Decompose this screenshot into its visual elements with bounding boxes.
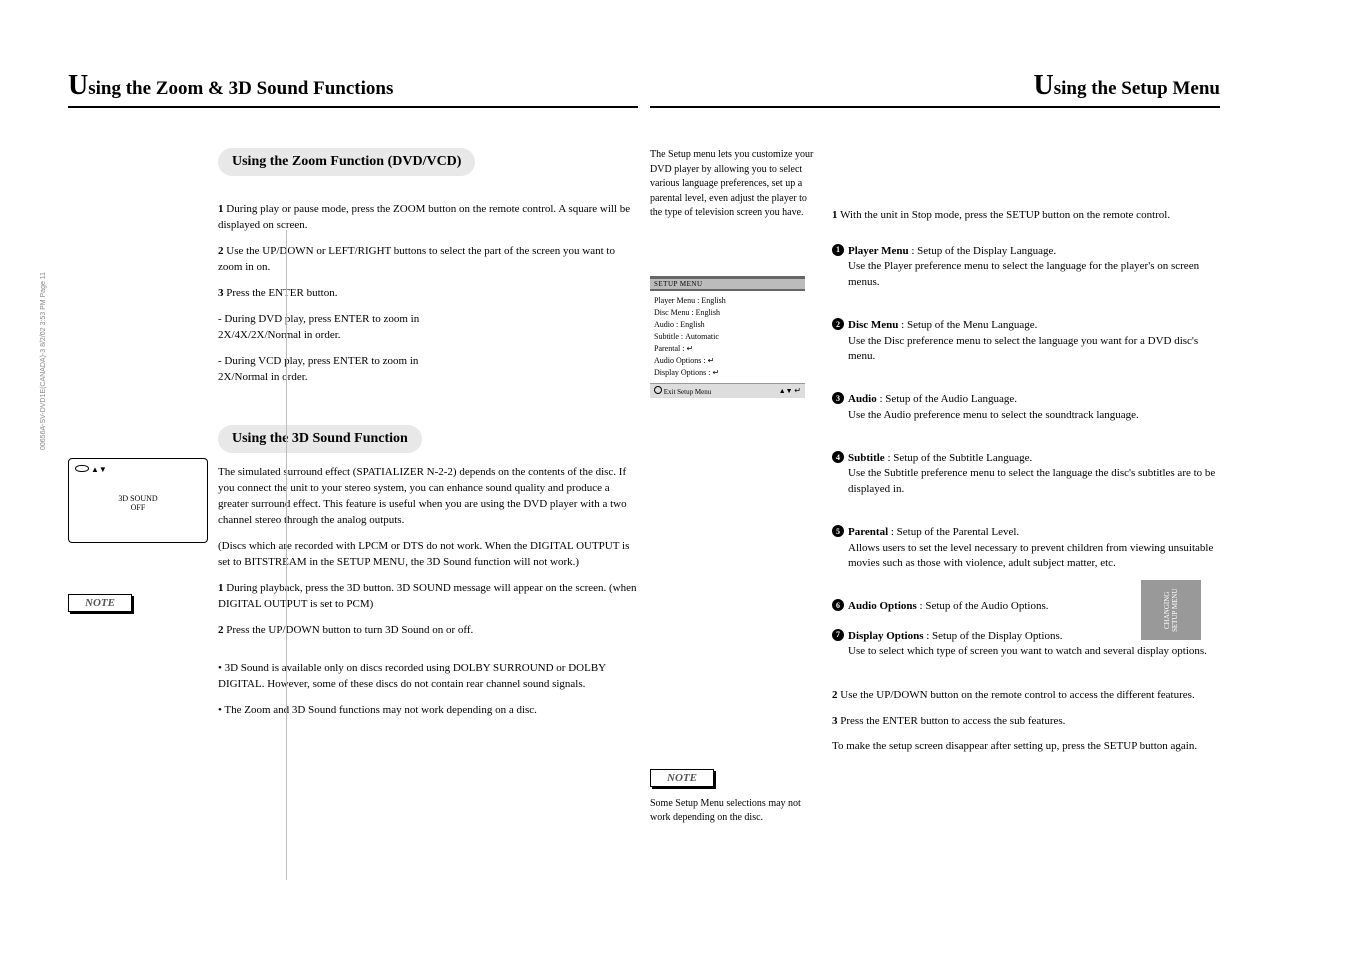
bullet-icon-1: 1 (832, 244, 844, 256)
zoom-dvd-line: - During DVD play, press ENTER to zoom i… (218, 312, 638, 344)
bullet-icon-5: 5 (832, 525, 844, 537)
sound-screen-illustration: ▲▼ 3D SOUND OFF (68, 458, 208, 543)
setup-intro: The Setup menu lets you customize your D… (650, 148, 820, 221)
setup-screen-illustration: SETUP MENU Player Menu:English Disc Menu… (650, 276, 805, 398)
zoom-step1: 1 During play or pause mode, press the Z… (218, 202, 638, 234)
enter-icon: ↵ (686, 343, 693, 355)
right-note-label: NOTE (650, 769, 714, 787)
section-tab: CHANGING SETUP MENU (1141, 580, 1201, 640)
zoom-vcd-line: - During VCD play, press ENTER to zoom i… (218, 354, 638, 386)
setup-item-4: 4 Subtitle : Setup of the Subtitle Langu… (832, 451, 1220, 497)
right-heading: Using the Setup Menu (650, 70, 1220, 108)
right-note1: Some Setup Menu selections may not work … (650, 797, 820, 826)
bullet-icon-7: 7 (832, 629, 844, 641)
right-title-initial: U (1033, 70, 1053, 101)
nav-updown-icon: ▲▼ (779, 387, 793, 395)
setup-screen-title: SETUP MENU (650, 279, 805, 291)
enter-icon: ↵ (712, 367, 719, 379)
right-list-area: 1 With the unit in Stop mode, press the … (832, 148, 1220, 836)
setup-step1-intro: 1 With the unit in Stop mode, press the … (832, 208, 1220, 224)
bullet-icon-4: 4 (832, 451, 844, 463)
left-note-label: NOTE (68, 594, 132, 612)
left-page: Using the Zoom & 3D Sound Functions ▲▼ 3… (68, 70, 638, 729)
zoom-step2: 2 Use the UP/DOWN or LEFT/RIGHT buttons … (218, 244, 638, 276)
left-side-figure-area: ▲▼ 3D SOUND OFF NOTE (68, 148, 218, 729)
setup-step3: 3 Press the ENTER button to access the s… (832, 714, 1220, 730)
sound-pill: Using the 3D Sound Function (218, 425, 422, 453)
left-main-text: Using the Zoom Function (DVD/VCD) 1 Duri… (218, 148, 638, 729)
setup-item-5: 5 Parental : Setup of the Parental Level… (832, 525, 1220, 571)
shuttle-icon (75, 465, 89, 472)
zoom-pill: Using the Zoom Function (DVD/VCD) (218, 148, 475, 176)
note2: • The Zoom and 3D Sound functions may no… (218, 703, 638, 719)
sound-p2: (Discs which are recorded with LPCM or D… (218, 539, 638, 571)
bullet-icon-6: 6 (832, 599, 844, 611)
sound-step2: 2 Press the UP/DOWN button to turn 3D So… (218, 623, 638, 639)
enter-icon: ↵ (794, 386, 801, 395)
sound-step1: 1 During playback, press the 3D button. … (218, 581, 638, 613)
exit-icon (654, 386, 662, 394)
right-page: Using the Setup Menu The Setup menu lets… (650, 70, 1220, 836)
bullet-icon-2: 2 (832, 318, 844, 330)
bullet-icon-3: 3 (832, 392, 844, 404)
zoom-step3: 3 Press the ENTER button. (218, 286, 638, 302)
left-title-rest: sing the Zoom & 3D Sound Functions (88, 78, 393, 99)
sound-screen-3d-label: 3D SOUND (75, 494, 201, 503)
left-heading: Using the Zoom & 3D Sound Functions (68, 70, 638, 108)
left-title-initial: U (68, 70, 88, 101)
setup-step2: 2 Use the UP/DOWN button on the remote c… (832, 688, 1220, 704)
print-metadata: 00656A-SV-DVD1E(CANADA)-3 8/2/02 3:53 PM… (40, 272, 47, 450)
setup-item-1: 1 Player Menu : Setup of the Display Lan… (832, 244, 1220, 290)
note1: • 3D Sound is available only on discs re… (218, 661, 638, 693)
updown-icon: ▲▼ (91, 465, 107, 474)
enter-icon: ↵ (708, 355, 715, 367)
sound-p1: The simulated surround effect (SPATIALIZ… (218, 465, 638, 529)
setup-screen-items: Player Menu:English Disc Menu:English Au… (654, 295, 801, 379)
setup-item-2: 2 Disc Menu : Setup of the Menu Language… (832, 318, 1220, 364)
setup-final: To make the setup screen disappear after… (832, 739, 1220, 755)
right-title-rest: sing the Setup Menu (1054, 78, 1220, 99)
setup-item-3: 3 Audio : Setup of the Audio Language. U… (832, 392, 1220, 423)
right-figure-area: The Setup menu lets you customize your D… (650, 148, 820, 836)
left-divider (286, 230, 287, 880)
sound-screen-off-label: OFF (75, 503, 201, 512)
